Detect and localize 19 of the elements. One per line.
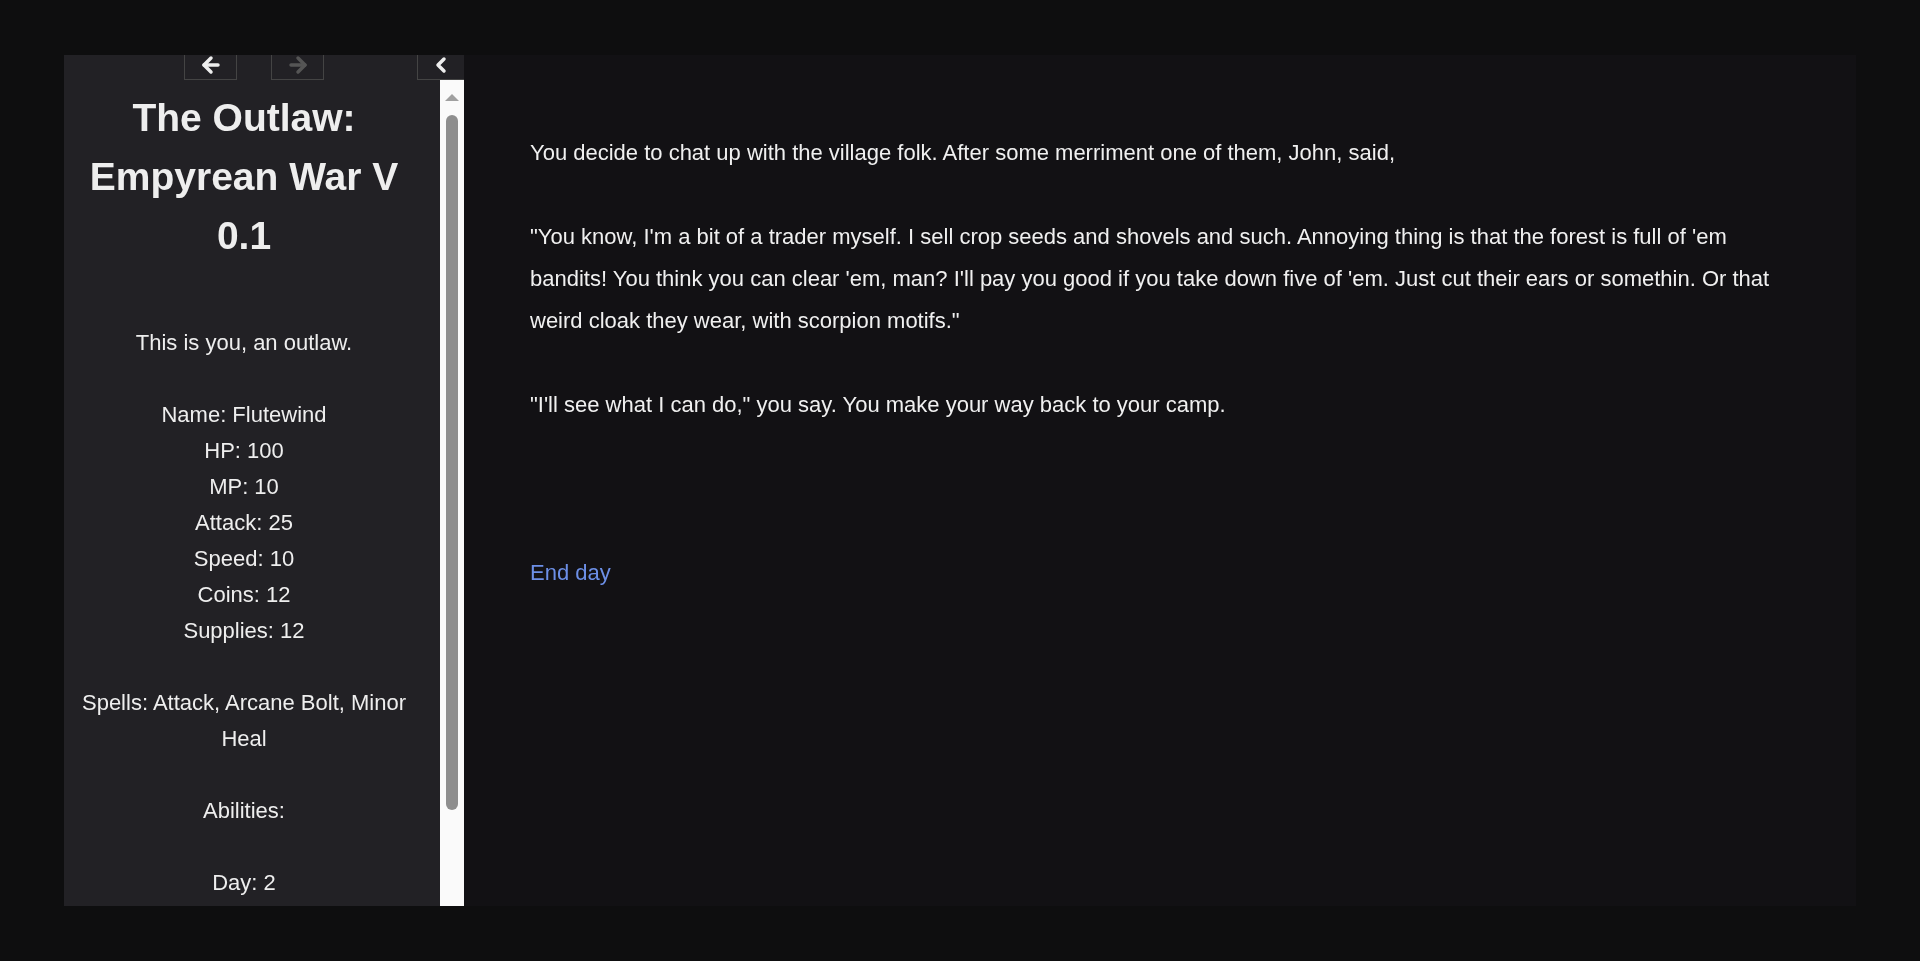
caption-line: HP: 100 [203,437,285,465]
scrollbar-thumb[interactable] [446,115,458,810]
scrollbar[interactable] [440,80,464,906]
passage-paragraph: "You know, I'm a bit of a trader myself. I sell crop seeds and shovels and such. Annoying thing is that the forest is full of 'em bandits! You think you can clear 'em, man? I'll pay you good if you take down five of 'em. Just cut their ears or somethin. Or that weird cloak they wear, with scorpion motifs." [530,223,1771,335]
story-title: The Outlaw: Empyrean War V 0.1 [88,95,400,259]
passage-paragraph: "I'll see what I can do," you say. You make your way back to your camp. [530,391,1227,419]
caption-line: Abilities: [202,797,286,825]
caption-line: Spells: Attack, Arcane Bolt, Minor Heal [80,689,407,753]
passage-paragraph: You decide to chat up with the village folk. After some merriment one of them, John, said, [530,139,1396,167]
back-button[interactable] [184,55,237,80]
caption-line: Day: 2 [211,869,277,897]
caption-line: This is you, an outlaw. [134,329,354,357]
end-day-link[interactable]: End day [530,552,611,594]
caption-line: Supplies: 12 [182,617,306,645]
caption-line: Coins: 12 [196,581,292,609]
caption-line: Speed: 10 [192,545,296,573]
caption-line: Attack: 25 [194,509,294,537]
caption-line: MP: 10 [208,473,280,501]
caption-line: Name: Flutewind [160,401,328,429]
